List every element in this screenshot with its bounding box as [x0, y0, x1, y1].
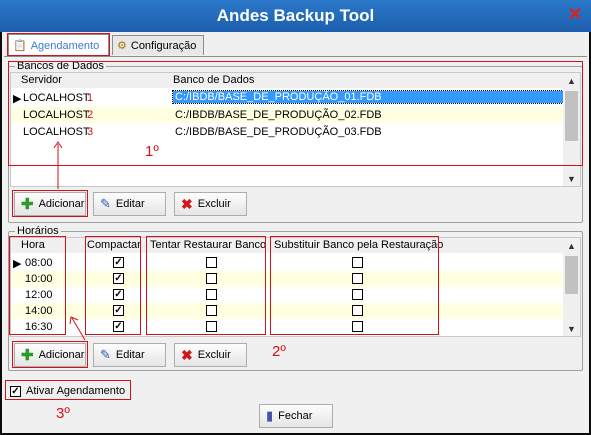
bancos-delete-button[interactable]: ✖ Excluir — [174, 192, 247, 216]
annotation-box-compactar — [85, 236, 141, 335]
scroll-thumb[interactable] — [565, 256, 578, 294]
button-label: Editar — [115, 198, 145, 210]
annotation-box-substituir — [270, 236, 439, 335]
app-window: Andes Backup Tool ✕ 📋 Agendamento ⚙ Conf… — [0, 0, 591, 435]
title-bar: Andes Backup Tool ✕ — [0, 0, 591, 32]
delete-x-icon: ✖ — [181, 346, 193, 363]
window-title: Andes Backup Tool — [216, 6, 375, 25]
client-area: 📋 Agendamento ⚙ Configuração Bancos de D… — [2, 32, 589, 433]
annotation-label-2: 2º — [272, 343, 286, 360]
tab-label: Configuração — [130, 39, 197, 52]
scroll-down-icon[interactable]: ▼ — [563, 171, 580, 186]
annotation-box-hora — [9, 236, 66, 335]
scroll-down-icon[interactable]: ▼ — [563, 321, 580, 336]
tab-configuracao[interactable]: ⚙ Configuração — [112, 35, 204, 55]
tab-divider — [4, 56, 587, 57]
button-label: Editar — [115, 349, 145, 361]
settings-icon: ⚙ — [117, 40, 127, 52]
door-icon: ▮ — [266, 408, 274, 423]
edit-pencil-icon: ✎ — [100, 347, 111, 362]
horarios-scrollbar[interactable]: ▲ ▼ — [563, 238, 580, 336]
annotation-label-1: 1º — [145, 143, 159, 160]
annotation-box-bancos — [8, 61, 583, 166]
delete-x-icon: ✖ — [181, 195, 193, 212]
bancos-edit-button[interactable]: ✎ Editar — [93, 192, 166, 216]
close-icon[interactable]: ✕ — [566, 5, 584, 23]
annotation-box-add-2 — [12, 341, 88, 368]
button-label: Excluir — [197, 198, 231, 210]
annotation-box-restaurar — [146, 236, 266, 335]
annotation-label-3: 3º — [56, 405, 70, 422]
scroll-up-icon[interactable]: ▲ — [563, 238, 580, 255]
horarios-edit-button[interactable]: ✎ Editar — [93, 343, 166, 367]
annotation-box-ativar — [5, 380, 131, 400]
horarios-delete-button[interactable]: ✖ Excluir — [174, 343, 247, 367]
edit-pencil-icon: ✎ — [100, 196, 111, 211]
fechar-button[interactable]: ▮ Fechar — [259, 404, 333, 428]
button-label: Fechar — [278, 410, 313, 422]
annotation-box-add — [12, 190, 88, 217]
annotation-box-tab — [7, 33, 110, 56]
button-label: Excluir — [197, 349, 231, 361]
